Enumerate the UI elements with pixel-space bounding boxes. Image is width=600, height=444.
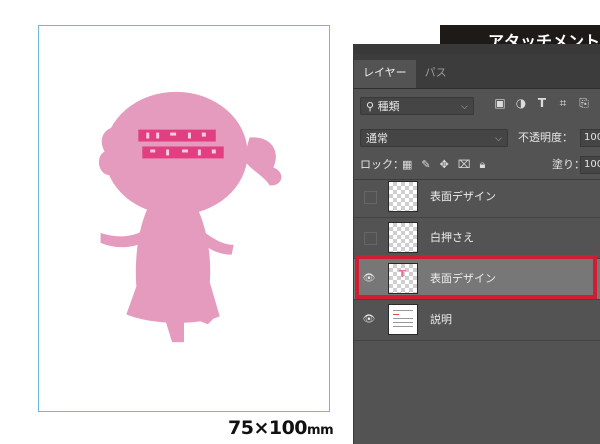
lock-all-icon[interactable]: 🔒︎ [480, 156, 486, 174]
layer-row[interactable]: 表面デザイン [354, 177, 600, 218]
layer-thumbnail [388, 304, 418, 335]
canvas-size-label: 75×100mm [228, 417, 334, 439]
image-filter-icon[interactable]: ▣ [494, 97, 506, 109]
lock-label: ロック： [360, 158, 404, 171]
opacity-label: 不透明度： [518, 131, 573, 144]
filter-row: ⚲ 種類 ⌵ ▣ ◑ T ⌗ ⎘ [354, 89, 600, 123]
size-unit: mm [307, 423, 334, 438]
document-thumbnail-icon [393, 310, 413, 330]
blend-row: 通常 ⌵ 不透明度： 100% [354, 123, 600, 151]
lock-transparent-icon[interactable]: ▦ [402, 156, 412, 174]
layer-name: 説明 [430, 313, 452, 326]
filter-icons: ▣ ◑ T ⌗ ⎘ [494, 97, 590, 109]
artboard-canvas [38, 25, 330, 412]
lock-row: ロック： ▦ ✎ ✥ ⌧ 🔒︎ 塗り： 100% [354, 151, 600, 180]
eye-icon[interactable]: 👁︎ [362, 313, 376, 327]
type-filter-icon[interactable]: T [536, 97, 548, 109]
tab-layers[interactable]: レイヤー [354, 60, 416, 88]
selected-layer-highlight [355, 255, 597, 299]
layer-row[interactable]: 👁︎ 説明 [354, 300, 600, 341]
chevron-down-icon: ⌵ [495, 134, 502, 144]
shape-filter-icon[interactable]: ⌗ [557, 97, 569, 109]
smart-object-filter-icon[interactable]: ⎘ [578, 97, 590, 109]
chevron-down-icon: ⌵ [461, 102, 468, 112]
filter-kind-dropdown[interactable]: ⚲ 種類 ⌵ [360, 97, 474, 115]
lock-artboard-icon[interactable]: ⌧ [458, 156, 471, 174]
opacity-field[interactable]: 100% [580, 129, 600, 147]
layer-thumbnail [388, 222, 418, 253]
panel-tabs: レイヤー パス [354, 54, 600, 89]
character-silhouette [98, 91, 282, 343]
lock-move-icon[interactable]: ✥ [440, 156, 449, 174]
visibility-toggle[interactable] [364, 191, 377, 204]
blend-mode-label: 通常 [366, 132, 388, 145]
panel-title-bar [354, 44, 600, 54]
layer-name: 表面デザイン [430, 190, 496, 203]
layer-row[interactable]: 白押さえ [354, 218, 600, 259]
visibility-toggle[interactable] [364, 232, 377, 245]
blend-mode-dropdown[interactable]: 通常 ⌵ [360, 129, 508, 147]
search-icon: ⚲ [366, 100, 378, 113]
fill-field[interactable]: 100% [580, 156, 600, 174]
lock-icons: ▦ ✎ ✥ ⌧ 🔒︎ [402, 156, 485, 174]
filter-kind-label: 種類 [377, 100, 400, 113]
lock-paint-icon[interactable]: ✎ [421, 156, 430, 174]
tab-paths[interactable]: パス [416, 60, 456, 88]
layer-thumbnail [388, 181, 418, 212]
size-value: 75×100 [228, 417, 308, 439]
layer-name: 白押さえ [430, 231, 474, 244]
adjustment-filter-icon[interactable]: ◑ [515, 97, 527, 109]
layers-panel: レイヤー パス ⚲ 種類 ⌵ ▣ ◑ T ⌗ ⎘ 通常 ⌵ 不透明度： 100%… [353, 44, 600, 444]
